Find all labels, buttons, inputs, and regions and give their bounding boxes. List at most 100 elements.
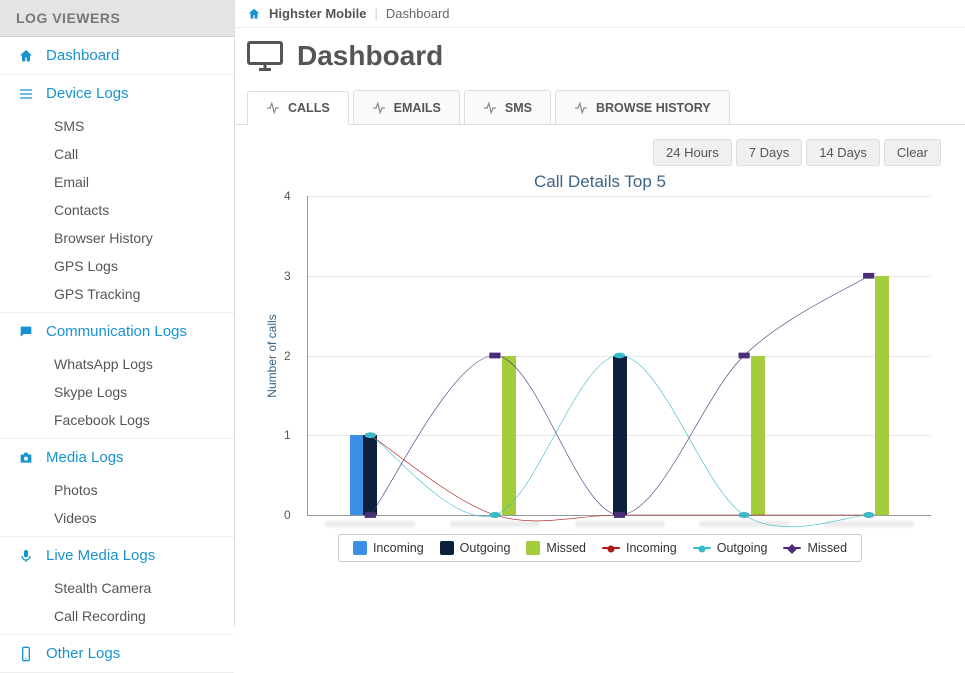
- sidebar-item-live-media-logs[interactable]: Live Media Logs: [0, 537, 234, 574]
- tabs: CALLS EMAILS SMS BROWSE HISTORY: [235, 90, 965, 125]
- sidebar-subitem-gps-logs[interactable]: GPS Logs: [0, 252, 234, 280]
- sidebar-item-other-logs[interactable]: Other Logs: [0, 635, 234, 672]
- sidebar-subitem-whatsapp-logs[interactable]: WhatsApp Logs: [0, 350, 234, 378]
- tab-label: SMS: [505, 101, 532, 115]
- tab-label: BROWSE HISTORY: [596, 101, 711, 115]
- range-button-14-days[interactable]: 14 Days: [806, 139, 880, 166]
- sidebar-subitem-call[interactable]: Call: [0, 140, 234, 168]
- breadcrumb-sep: |: [375, 6, 378, 21]
- marker: [489, 512, 500, 518]
- phone-icon: [16, 646, 36, 662]
- sidebar-subitem-facebook-logs[interactable]: Facebook Logs: [0, 406, 234, 434]
- chart-legend: Incoming Outgoing Missed Incoming Outgoing Mi…: [338, 534, 862, 562]
- sidebar-item-media-logs[interactable]: Media Logs: [0, 439, 234, 476]
- marker: [489, 353, 500, 359]
- monitor-icon: [247, 41, 283, 71]
- sidebar-item-label: Other Logs: [46, 645, 120, 662]
- ytick: 3: [284, 269, 291, 283]
- pulse-icon: [483, 101, 497, 115]
- legend-label: Incoming: [626, 541, 677, 555]
- marker: [614, 512, 625, 518]
- xtick: [570, 521, 670, 529]
- chat-icon: [16, 324, 36, 340]
- pulse-icon: [372, 101, 386, 115]
- sidebar-subitem-stealth-camera[interactable]: Stealth Camera: [0, 574, 234, 602]
- range-button-24-hours[interactable]: 24 Hours: [653, 139, 732, 166]
- ytick: 2: [284, 349, 291, 363]
- legend-item-bar-missed[interactable]: Missed: [526, 541, 586, 555]
- sidebar-subitem-gps-tracking[interactable]: GPS Tracking: [0, 280, 234, 308]
- tab-browse-history[interactable]: BROWSE HISTORY: [555, 90, 730, 124]
- tab-label: CALLS: [288, 101, 330, 115]
- breadcrumb-app[interactable]: Highster Mobile: [269, 6, 367, 21]
- mic-icon: [16, 548, 36, 564]
- sidebar-item-device-logs[interactable]: Device Logs: [0, 75, 234, 112]
- page-title-row: Dashboard: [235, 28, 965, 90]
- legend-item-line-missed[interactable]: Missed: [783, 541, 847, 555]
- marker: [365, 432, 376, 438]
- home-icon[interactable]: [247, 7, 261, 21]
- marker: [738, 353, 749, 359]
- xtick: [694, 521, 794, 529]
- sidebar-item-label: Dashboard: [46, 47, 119, 64]
- ytick: 4: [284, 189, 291, 203]
- range-button-7-days[interactable]: 7 Days: [736, 139, 802, 166]
- sidebar-item-communication-logs[interactable]: Communication Logs: [0, 313, 234, 350]
- legend-label: Incoming: [373, 541, 424, 555]
- legend-label: Missed: [546, 541, 586, 555]
- sidebar-subitem-photos[interactable]: Photos: [0, 476, 234, 504]
- legend-swatch: [526, 541, 540, 555]
- tab-sms[interactable]: SMS: [464, 90, 551, 124]
- legend-item-bar-outgoing[interactable]: Outgoing: [440, 541, 511, 555]
- legend-label: Outgoing: [717, 541, 768, 555]
- chart-area: Call Details Top 5 Number of calls 01234…: [259, 172, 941, 572]
- xtick: [320, 521, 420, 529]
- ytick: 1: [284, 428, 291, 442]
- sidebar-item-label: Communication Logs: [46, 323, 187, 340]
- sidebar-subitem-email[interactable]: Email: [0, 168, 234, 196]
- marker: [738, 512, 749, 518]
- legend-swatch: [693, 547, 711, 549]
- line-incoming: [370, 435, 868, 521]
- legend-item-line-incoming[interactable]: Incoming: [602, 541, 677, 555]
- legend-swatch: [602, 547, 620, 549]
- tab-calls[interactable]: CALLS: [247, 91, 349, 125]
- marker: [614, 353, 625, 359]
- sidebar-item-label: Device Logs: [46, 85, 129, 102]
- sidebar: LOG VIEWERS DashboardDevice LogsSMSCallE…: [0, 0, 235, 626]
- sidebar-item-label: Media Logs: [46, 449, 124, 466]
- page-title: Dashboard: [297, 40, 443, 72]
- line-outgoing: [370, 356, 868, 527]
- sidebar-subitem-browser-history[interactable]: Browser History: [0, 224, 234, 252]
- legend-swatch: [353, 541, 367, 555]
- legend-item-line-outgoing[interactable]: Outgoing: [693, 541, 768, 555]
- sidebar-subitem-videos[interactable]: Videos: [0, 504, 234, 532]
- legend-item-bar-incoming[interactable]: Incoming: [353, 541, 424, 555]
- sidebar-subitem-sms[interactable]: SMS: [0, 112, 234, 140]
- tab-emails[interactable]: EMAILS: [353, 90, 460, 124]
- xtick: [445, 521, 545, 529]
- xtick: [819, 521, 919, 529]
- sidebar-subitem-skype-logs[interactable]: Skype Logs: [0, 378, 234, 406]
- legend-label: Missed: [807, 541, 847, 555]
- chart-ylabel: Number of calls: [265, 314, 279, 397]
- camera-icon: [16, 450, 36, 466]
- pulse-icon: [266, 101, 280, 115]
- legend-swatch: [783, 547, 801, 549]
- breadcrumb: Highster Mobile | Dashboard: [235, 0, 965, 28]
- pulse-icon: [574, 101, 588, 115]
- sidebar-item-label: Live Media Logs: [46, 547, 155, 564]
- marker: [365, 512, 376, 518]
- time-range-controls: 24 Hours7 Days14 DaysClear: [235, 125, 965, 166]
- legend-swatch: [440, 541, 454, 555]
- chart-plot: Number of calls 01234: [307, 196, 931, 516]
- main: Highster Mobile | Dashboard Dashboard CA…: [235, 0, 965, 626]
- ytick: 0: [284, 508, 291, 522]
- sidebar-item-dashboard[interactable]: Dashboard: [0, 37, 234, 74]
- sidebar-subitem-contacts[interactable]: Contacts: [0, 196, 234, 224]
- range-button-clear[interactable]: Clear: [884, 139, 941, 166]
- breadcrumb-page: Dashboard: [386, 6, 450, 21]
- marker: [863, 273, 874, 279]
- line-missed: [370, 276, 868, 515]
- legend-label: Outgoing: [460, 541, 511, 555]
